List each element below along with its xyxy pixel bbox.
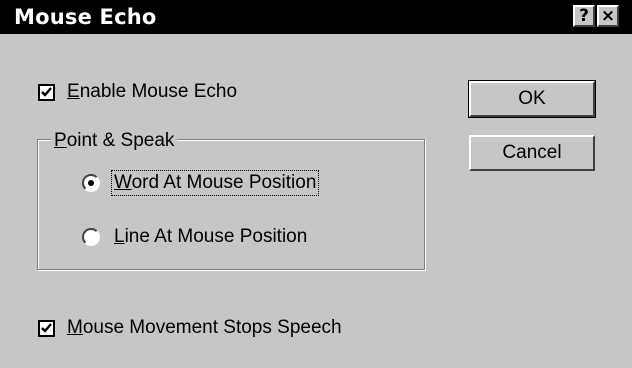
mouse-echo-dialog: Mouse Echo ? × Enable Mouse Echo Point &… xyxy=(0,0,632,368)
title-bar[interactable]: Mouse Echo ? × xyxy=(0,0,632,34)
radio-circle[interactable] xyxy=(82,174,100,192)
enable-mouse-echo-label: Enable Mouse Echo xyxy=(67,81,238,102)
word-at-mouse-position-radio[interactable]: Word At Mouse Position xyxy=(82,170,320,196)
enable-mouse-echo-checkbox[interactable]: Enable Mouse Echo xyxy=(38,81,237,103)
cancel-button[interactable]: Cancel xyxy=(469,135,595,171)
word-at-mouse-position-label: Word At Mouse Position xyxy=(110,170,320,196)
radio-circle[interactable] xyxy=(82,228,100,246)
radio-selected-dot xyxy=(88,180,94,186)
mouse-movement-stops-speech-label: Mouse Movement Stops Speech xyxy=(67,317,342,338)
point-speak-legend: Point & Speak xyxy=(51,130,178,152)
checkmark-icon xyxy=(41,86,52,97)
help-button[interactable]: ? xyxy=(573,5,595,27)
window-title: Mouse Echo xyxy=(14,5,157,29)
line-at-mouse-position-label: Line At Mouse Position xyxy=(114,226,308,247)
checkbox-box[interactable] xyxy=(38,319,55,337)
close-icon: × xyxy=(600,6,616,26)
line-at-mouse-position-radio[interactable]: Line At Mouse Position xyxy=(82,226,307,248)
close-button[interactable]: × xyxy=(597,5,619,27)
point-speak-groupbox xyxy=(37,139,425,270)
question-mark-icon: ? xyxy=(579,6,589,26)
checkbox-box[interactable] xyxy=(38,83,55,101)
mouse-movement-stops-speech-checkbox[interactable]: Mouse Movement Stops Speech xyxy=(38,317,342,339)
ok-button[interactable]: OK xyxy=(468,80,596,118)
checkmark-icon xyxy=(41,322,52,333)
